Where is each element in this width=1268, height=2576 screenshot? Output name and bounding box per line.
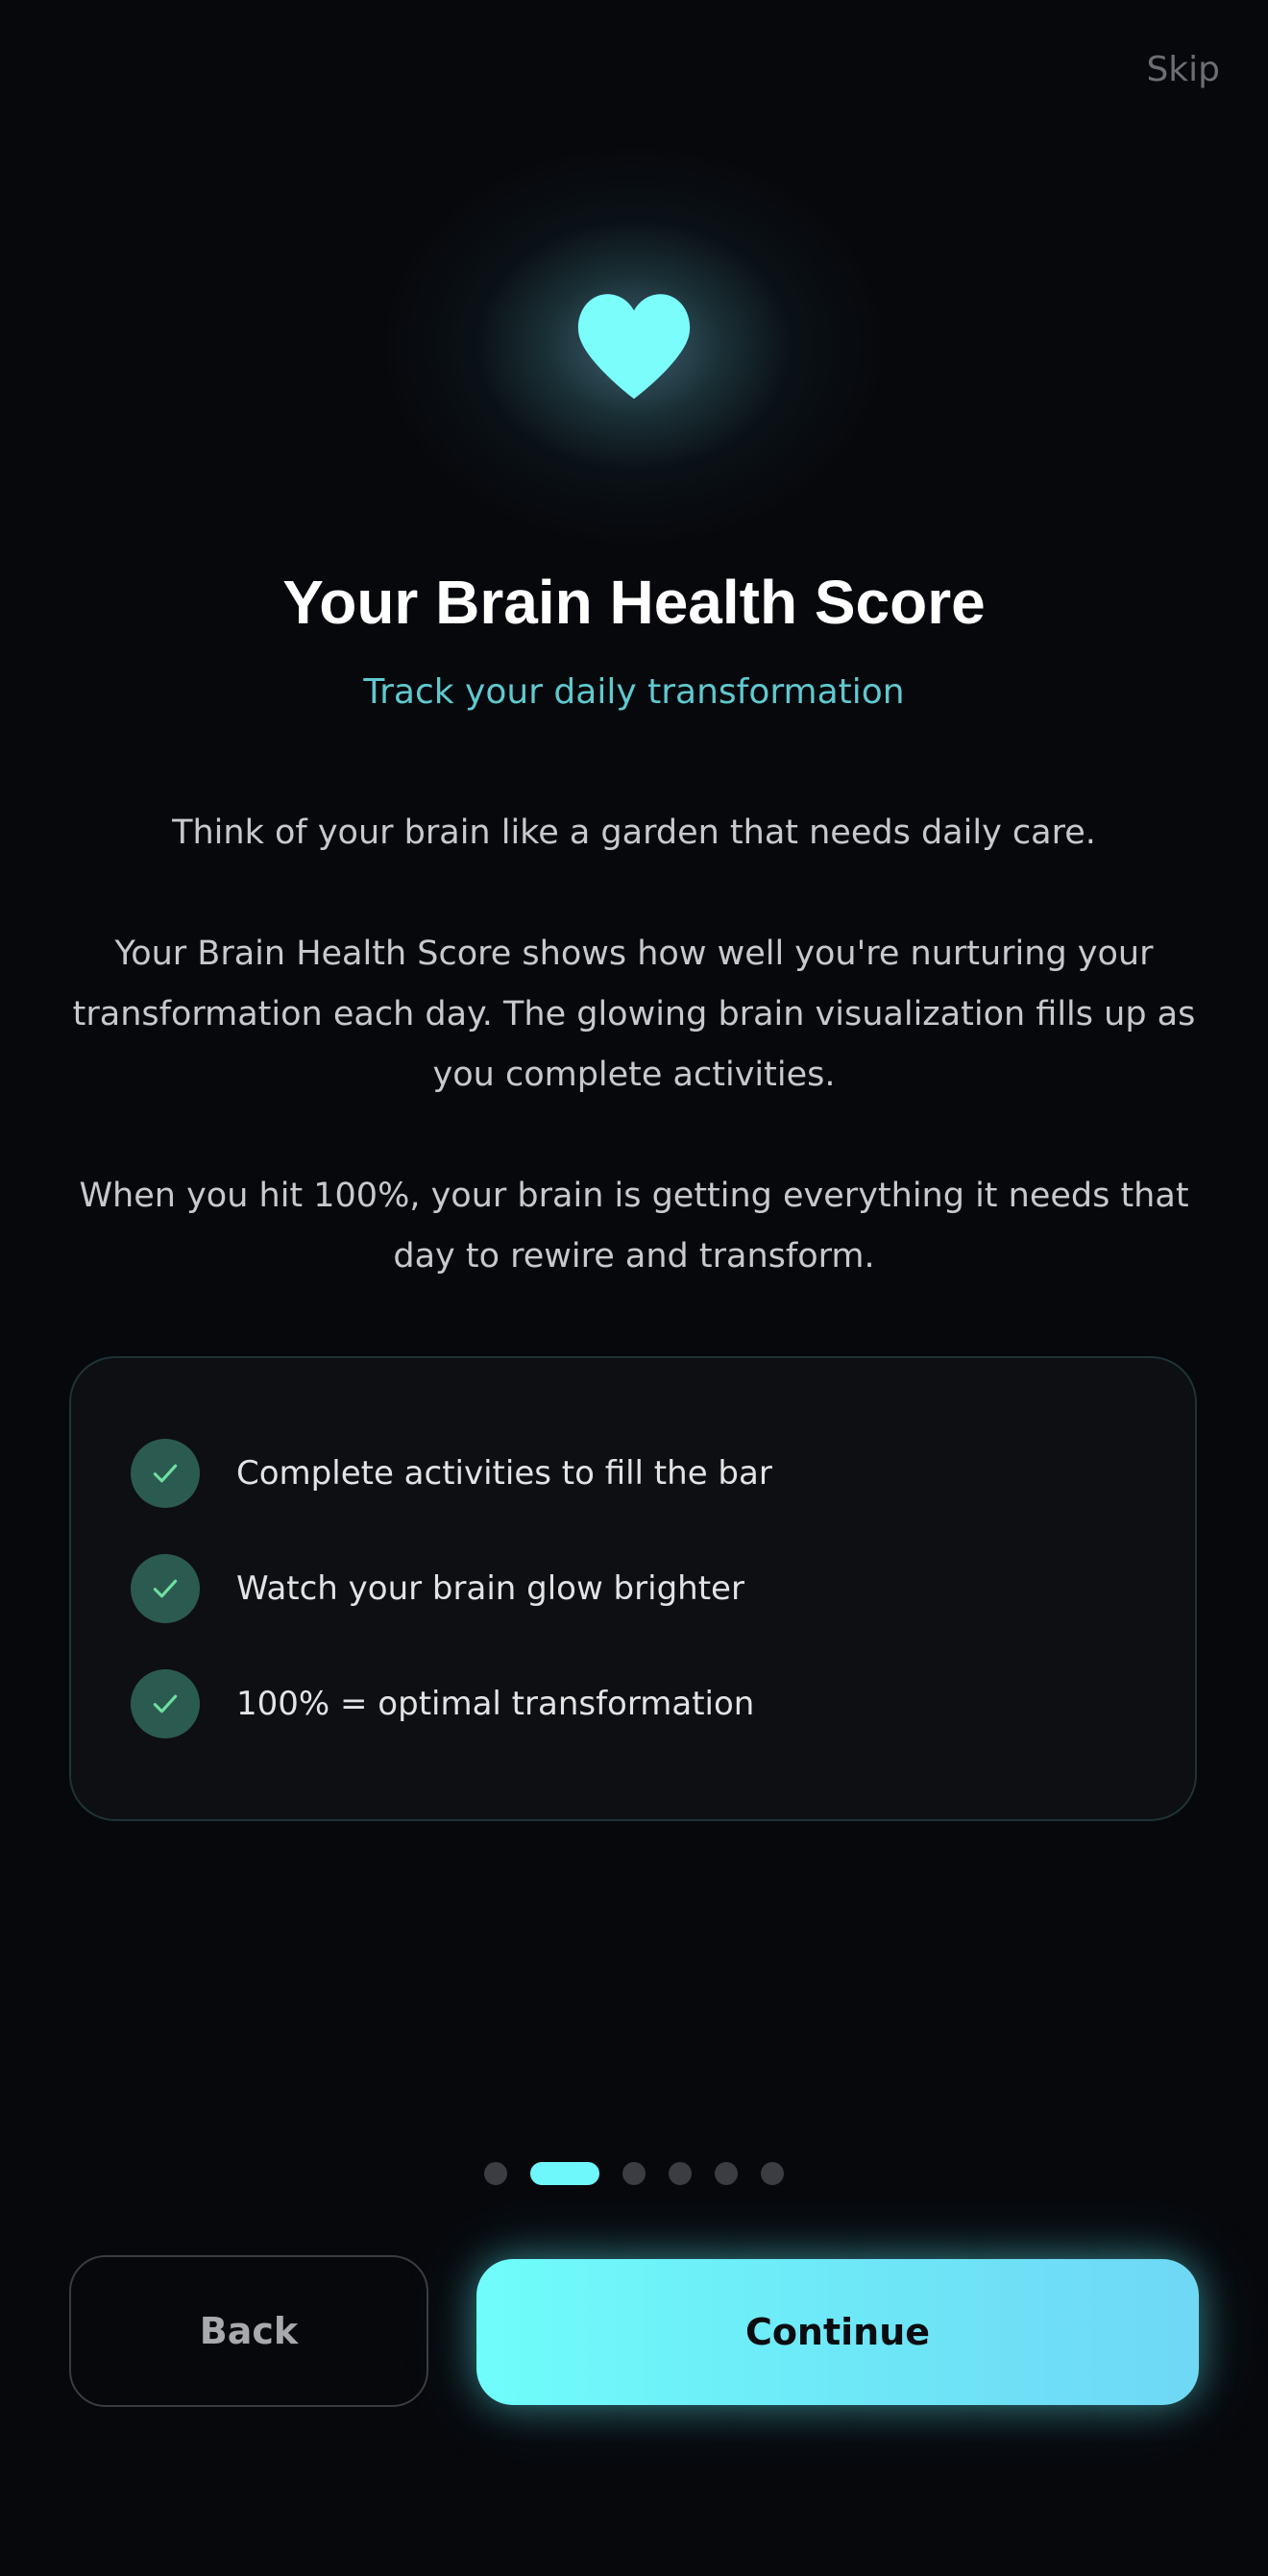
check-icon: [131, 1554, 200, 1623]
features-card: Complete activities to fill the bar Watc…: [69, 1356, 1197, 1821]
page-dot: [484, 2162, 507, 2185]
goal-paragraph: When you hit 100%, your brain is getting…: [79, 1177, 1189, 1276]
page-title: Your Brain Health Score: [282, 568, 986, 637]
page-dot-active: [530, 2162, 599, 2185]
feature-item: Complete activities to fill the bar: [131, 1439, 772, 1508]
page-indicator: [0, 2162, 1268, 2185]
page-subtitle: Track your daily transformation: [363, 672, 905, 712]
page-dot: [715, 2162, 738, 2185]
heart-icon: [577, 294, 691, 400]
intro-paragraph: Think of your brain like a garden that n…: [172, 814, 1096, 852]
page-dot: [669, 2162, 692, 2185]
check-icon: [131, 1439, 200, 1508]
continue-button[interactable]: Continue: [476, 2259, 1199, 2405]
feature-label: Watch your brain glow brighter: [236, 1569, 744, 1608]
page-dot: [761, 2162, 784, 2185]
back-button[interactable]: Back: [69, 2255, 428, 2407]
page-dot: [622, 2162, 646, 2185]
check-icon: [131, 1669, 200, 1738]
feature-item: Watch your brain glow brighter: [131, 1554, 744, 1623]
skip-button[interactable]: Skip: [1146, 50, 1220, 89]
description-paragraph: Your Brain Health Score shows how well y…: [72, 935, 1196, 1094]
feature-item: 100% = optimal transformation: [131, 1669, 754, 1738]
feature-label: Complete activities to fill the bar: [236, 1454, 772, 1493]
feature-label: 100% = optimal transformation: [236, 1685, 755, 1723]
